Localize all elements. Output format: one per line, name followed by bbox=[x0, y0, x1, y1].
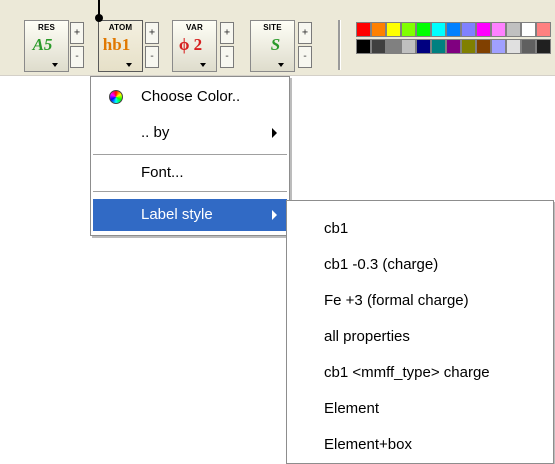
submenu-item-formal-charge[interactable]: Fe +3 (formal charge) bbox=[324, 283, 469, 319]
var-label-button[interactable]: VAR ϕ 2 bbox=[172, 20, 217, 72]
color-swatch[interactable] bbox=[491, 39, 506, 54]
callout-dot bbox=[95, 14, 103, 22]
site-glyph: S bbox=[270, 35, 281, 54]
menu-separator bbox=[93, 191, 287, 192]
color-swatch[interactable] bbox=[386, 22, 401, 37]
toolbar: RES A5 + - ATOM hb1 + - VAR ϕ 2 + - SITE… bbox=[0, 0, 555, 76]
submenu-arrow-icon bbox=[272, 128, 277, 138]
color-swatch[interactable] bbox=[386, 39, 401, 54]
color-swatch[interactable] bbox=[356, 39, 371, 54]
var-decrease-button[interactable]: - bbox=[220, 46, 234, 68]
color-swatch[interactable] bbox=[431, 39, 446, 54]
var-spinner: + - bbox=[220, 22, 234, 68]
menu-separator bbox=[93, 154, 287, 155]
color-swatch[interactable] bbox=[536, 39, 551, 54]
submenu-item-mmff-type[interactable]: cb1 <mmff_type> charge bbox=[324, 355, 490, 391]
menu-item-label: Font... bbox=[141, 164, 184, 181]
color-swatch[interactable] bbox=[431, 22, 446, 37]
color-swatch[interactable] bbox=[371, 22, 386, 37]
color-swatch[interactable] bbox=[416, 22, 431, 37]
color-swatch[interactable] bbox=[401, 39, 416, 54]
atom-glyph: hb1 bbox=[102, 35, 131, 54]
site-label-button[interactable]: SITE S bbox=[250, 20, 295, 72]
toolbar-separator bbox=[338, 20, 341, 70]
color-swatch[interactable] bbox=[491, 22, 506, 37]
submenu-item-all-properties[interactable]: all properties bbox=[324, 319, 410, 355]
atom-spinner: + - bbox=[145, 22, 159, 68]
color-swatch[interactable] bbox=[476, 22, 491, 37]
atom-caption: ATOM bbox=[108, 23, 133, 32]
color-swatch[interactable] bbox=[356, 22, 371, 37]
label-style-submenu: cb1 cb1 -0.3 (charge) Fe +3 (formal char… bbox=[286, 200, 554, 464]
atom-decrease-button[interactable]: - bbox=[145, 46, 159, 68]
res-dropdown-icon[interactable] bbox=[52, 63, 58, 67]
color-swatch[interactable] bbox=[446, 22, 461, 37]
submenu-item-cb1[interactable]: cb1 bbox=[324, 211, 348, 247]
res-caption: RES bbox=[37, 23, 56, 32]
site-spinner: + - bbox=[298, 22, 312, 68]
site-increase-button[interactable]: + bbox=[298, 22, 312, 44]
res-spinner: + - bbox=[70, 22, 84, 68]
color-swatch[interactable] bbox=[461, 39, 476, 54]
var-increase-button[interactable]: + bbox=[220, 22, 234, 44]
res-increase-button[interactable]: + bbox=[70, 22, 84, 44]
color-swatch[interactable] bbox=[506, 39, 521, 54]
color-swatch[interactable] bbox=[416, 39, 431, 54]
color-swatch[interactable] bbox=[461, 22, 476, 37]
site-dropdown-icon[interactable] bbox=[278, 63, 284, 67]
res-glyph: A5 bbox=[32, 35, 53, 54]
color-swatch[interactable] bbox=[446, 39, 461, 54]
label-context-menu: Choose Color.. .. by Font... Label style bbox=[90, 76, 290, 236]
site-caption: SITE bbox=[263, 23, 282, 32]
menu-item-font[interactable]: Font... bbox=[93, 157, 287, 189]
var-dropdown-icon[interactable] bbox=[200, 63, 206, 67]
color-swatch[interactable] bbox=[371, 39, 386, 54]
menu-item-label: Choose Color.. bbox=[141, 88, 241, 105]
res-label-button[interactable]: RES A5 bbox=[24, 20, 69, 72]
var-caption: VAR bbox=[186, 23, 203, 32]
submenu-item-element-box[interactable]: Element+box bbox=[324, 427, 412, 463]
menu-item-choose-color[interactable]: Choose Color.. bbox=[93, 81, 287, 113]
atom-dropdown-icon[interactable] bbox=[126, 63, 132, 67]
var-glyph: ϕ 2 bbox=[178, 35, 203, 54]
color-wheel-icon bbox=[109, 90, 123, 104]
menu-item-label-style[interactable]: Label style bbox=[93, 199, 287, 231]
menu-item-label: Label style bbox=[141, 206, 213, 223]
res-decrease-button[interactable]: - bbox=[70, 46, 84, 68]
color-swatch[interactable] bbox=[476, 39, 491, 54]
color-swatch[interactable] bbox=[536, 22, 551, 37]
atom-label-button[interactable]: ATOM hb1 bbox=[98, 20, 143, 72]
submenu-item-element[interactable]: Element bbox=[324, 391, 379, 427]
menu-item-label: .. by bbox=[141, 124, 170, 141]
submenu-item-charge[interactable]: cb1 -0.3 (charge) bbox=[324, 247, 438, 283]
color-palette bbox=[356, 22, 555, 66]
color-swatch[interactable] bbox=[401, 22, 416, 37]
submenu-arrow-icon bbox=[272, 210, 277, 220]
site-decrease-button[interactable]: - bbox=[298, 46, 312, 68]
color-swatch[interactable] bbox=[521, 39, 536, 54]
color-swatch[interactable] bbox=[521, 22, 536, 37]
atom-increase-button[interactable]: + bbox=[145, 22, 159, 44]
menu-item-color-by[interactable]: .. by bbox=[93, 117, 287, 149]
color-swatch[interactable] bbox=[506, 22, 521, 37]
